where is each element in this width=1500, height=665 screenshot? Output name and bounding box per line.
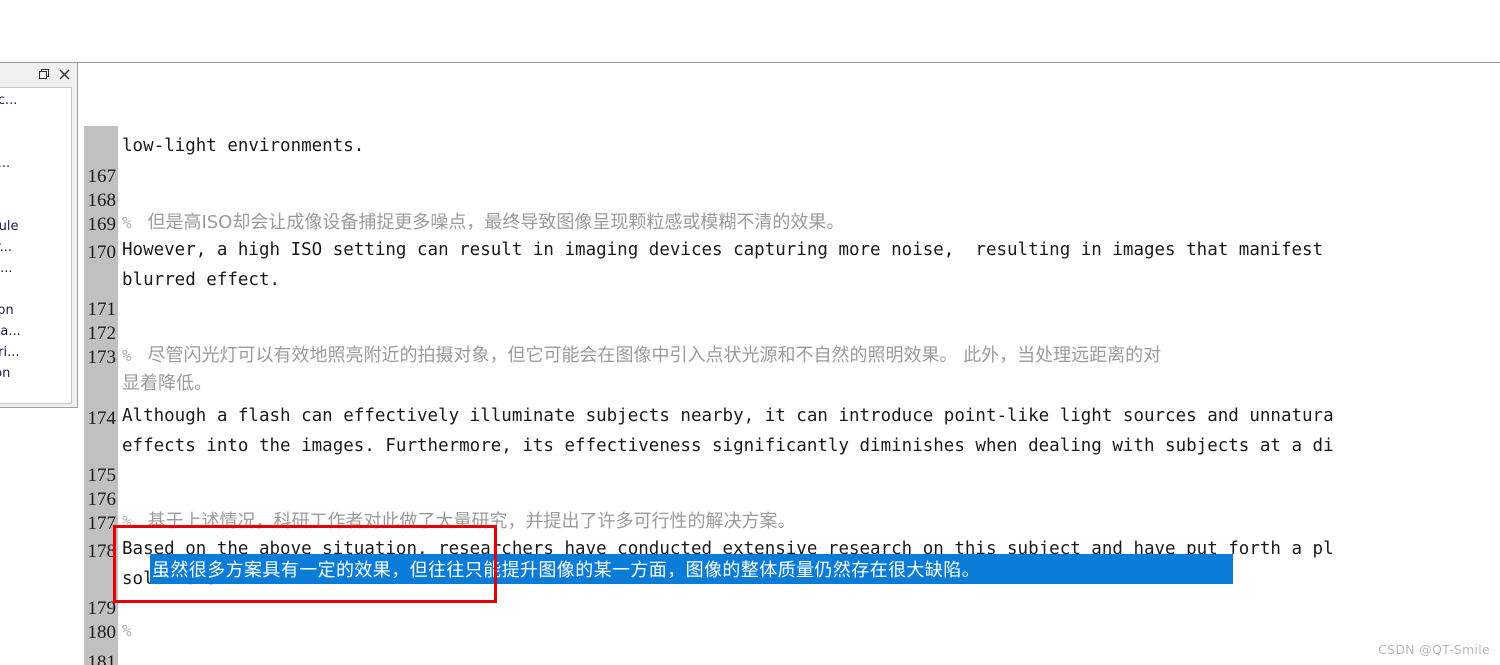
outline-tree-item[interactable]: on [0,279,71,300]
line-number: 169 [87,214,117,235]
outline-tree-item[interactable]: h-Dconv ... [0,258,71,279]
code-line: However, a high ISO setting can result i… [122,240,1324,260]
line-number: 181 [87,652,117,665]
outline-tree-item[interactable]: d Graphic... [0,90,71,111]
code-line: blurred effect. [122,270,281,290]
line-number: 170 [87,242,117,263]
code-line: 显着降低。 [122,373,212,394]
outline-tree-item[interactable]: l validation [0,300,71,321]
left-panel-titlebar [0,63,77,85]
line-number: 173 [87,347,117,368]
comment-percent-sign: % [122,512,132,531]
code-line: Although a flash can effectively illumin… [122,406,1334,426]
code-line: 基于上述情况，科研工作者对此做了大量研究，并提出了许多可行性的解决方案。 [136,511,796,532]
line-number: 176 [87,489,117,510]
outline-tree-item[interactable]: v head tr... [0,237,71,258]
outline-tree-item[interactable] [0,111,71,132]
outline-tree-item[interactable]: evaluation [0,363,71,384]
watermark: CSDN @QT-Smile [1378,642,1490,657]
outline-tree-item[interactable]: ation deta... [0,321,71,342]
line-number: 167 [87,166,117,187]
line-number: 168 [87,190,117,211]
line-number-gutter[interactable]: 167 168 169 170 171 172 173 174 175 176 177 178 179 1… [84,126,118,665]
outline-tree-item[interactable]: and Lear... [0,153,71,174]
code-text-area[interactable]: low-light environments.% 但是高ISO却会让成像设备捕捉… [118,126,1500,665]
code-line: 尽管闪光灯可以有效地照亮附近的拍摄对象，但它可能会在图像中引入点状光源和不自然的… [136,345,1162,366]
close-icon[interactable] [54,65,74,83]
text-selection-highlight[interactable]: 虽然很多方案具有一定的效果，但往往只能提升图像的某一方面，图像的整体质量仍然存在… [150,554,1233,584]
outline-tree-item[interactable]: nch module [0,216,71,237]
code-line: effects into the images. Furthermore, it… [122,436,1334,456]
line-number: 172 [87,323,117,344]
restore-icon[interactable] [34,65,54,83]
left-panel-content[interactable]: d Graphic... kand Lear...g flowynch modul… [0,87,72,404]
comment-percent-sign: % [122,346,132,365]
line-number: 179 [87,598,117,619]
code-line: low-light environments. [122,136,365,156]
line-number: 175 [87,465,117,486]
outline-tree-item[interactable]: g flow [0,174,71,195]
outline-tree-item[interactable]: k [0,132,71,153]
line-number: 180 [87,622,117,643]
selected-text: 虽然很多方案具有一定的效果，但往往只能提升图像的某一方面，图像的整体质量仍然存在… [152,560,980,581]
comment-percent-sign: % [122,621,132,640]
outline-tree-item[interactable]: e compari... [0,342,71,363]
line-number: 174 [87,408,117,429]
left-tool-panel: d Graphic... kand Lear...g flowynch modul… [0,63,78,408]
outline-tree-item[interactable]: udy [0,384,71,403]
line-number: 178 [87,541,117,562]
line-number: 177 [87,513,117,534]
outline-tree-item[interactable]: y [0,195,71,216]
comment-percent-sign: % [122,213,132,232]
desktop-background [0,0,1500,62]
outline-tree[interactable]: d Graphic... kand Lear...g flowynch modul… [0,90,71,403]
line-number: 171 [87,299,117,320]
code-line: 但是高ISO却会让成像设备捕捉更多噪点，最终导致图像呈现颗粒感或模糊不清的效果。 [136,212,845,233]
